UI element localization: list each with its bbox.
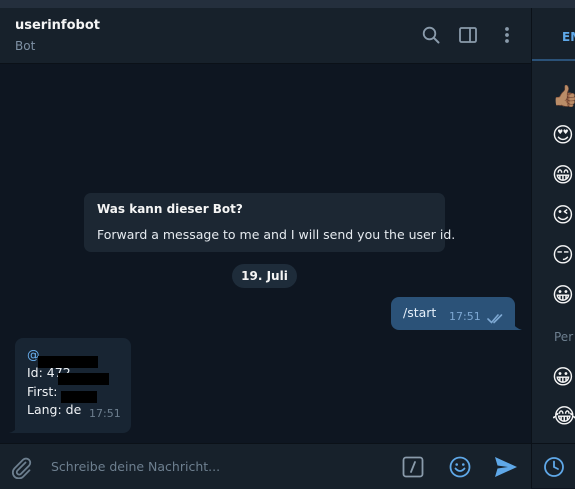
bot-info-answer: Forward a message to me and I will send …	[97, 227, 456, 242]
message-input[interactable]: Schreibe deine Nachricht...	[51, 459, 220, 474]
emoji-thumbs-up[interactable]: 👍🏽	[552, 84, 575, 108]
emoji-category-label: Per	[554, 330, 574, 344]
emoji-smirk[interactable]: 😏	[552, 243, 574, 267]
recent-clock-icon[interactable]	[543, 456, 565, 482]
redaction-bar	[38, 356, 98, 368]
emoji-joy[interactable]: 😂	[552, 404, 575, 428]
bot-command-icon[interactable]	[402, 456, 424, 482]
redaction-bar	[58, 373, 109, 385]
send-icon[interactable]	[493, 455, 519, 483]
read-receipt-icon	[487, 309, 505, 328]
bot-info-question: Was kann dieser Bot?	[97, 202, 243, 216]
outgoing-message-time: 17:51	[449, 310, 481, 323]
message-composer: Schreibe deine Nachricht...	[0, 443, 531, 489]
more-vertical-icon[interactable]	[497, 25, 517, 45]
sidebar-toggle-icon[interactable]	[458, 25, 478, 45]
emoji-tab[interactable]: EM	[562, 30, 575, 44]
emoji-grinning[interactable]: 😀	[552, 365, 574, 389]
redaction-bar	[61, 391, 97, 403]
chat-title[interactable]: userinfobot	[15, 18, 100, 33]
emoji-smile-icon[interactable]	[448, 455, 472, 483]
incoming-lang-line: Lang: de	[27, 402, 82, 417]
incoming-message-time: 17:51	[89, 407, 121, 420]
outgoing-message[interactable]: /start 17:51	[391, 297, 515, 330]
emoji-heart-eyes[interactable]: 😍	[552, 123, 574, 147]
emoji-panel: EM 👍🏽 😍 😁 😉 😏 😀 Per 😀 😂	[531, 8, 575, 488]
date-separator: 19. Juli	[232, 264, 297, 288]
emoji-wink[interactable]: 😉	[552, 203, 574, 227]
window-top-bar	[0, 0, 575, 8]
emoji-panel-footer	[532, 443, 575, 489]
chat-subtitle: Bot	[15, 39, 36, 53]
outgoing-message-text[interactable]: /start	[403, 305, 436, 320]
attach-icon[interactable]	[9, 455, 33, 483]
outgoing-bubble-tail	[512, 322, 522, 330]
incoming-message[interactable]: @ Id: 472 First: Lang: de 17:51	[15, 338, 131, 433]
incoming-first-name-line: First:	[27, 384, 58, 399]
emoji-grin[interactable]: 😁	[552, 163, 574, 187]
emoji-tab-indicator	[532, 59, 575, 61]
chat-header[interactable]: userinfobot Bot	[0, 8, 531, 64]
emoji-grinning[interactable]: 😀	[552, 283, 574, 307]
search-icon[interactable]	[421, 25, 441, 45]
incoming-bubble-tail	[9, 425, 19, 433]
bot-info-card: Was kann dieser Bot? Forward a message t…	[84, 193, 455, 252]
